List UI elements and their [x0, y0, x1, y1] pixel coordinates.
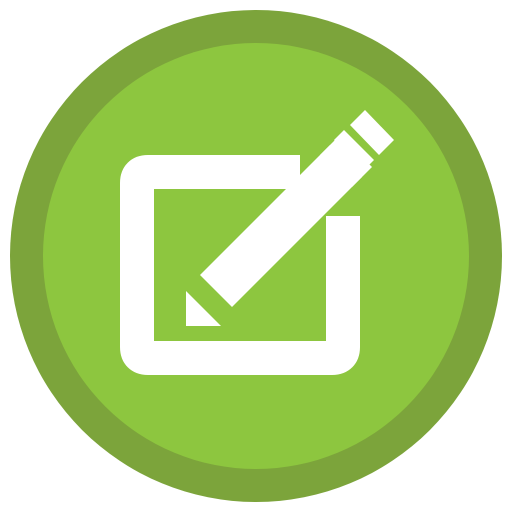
- edit-app-icon[interactable]: [0, 0, 512, 512]
- edit-icon: [10, 10, 502, 502]
